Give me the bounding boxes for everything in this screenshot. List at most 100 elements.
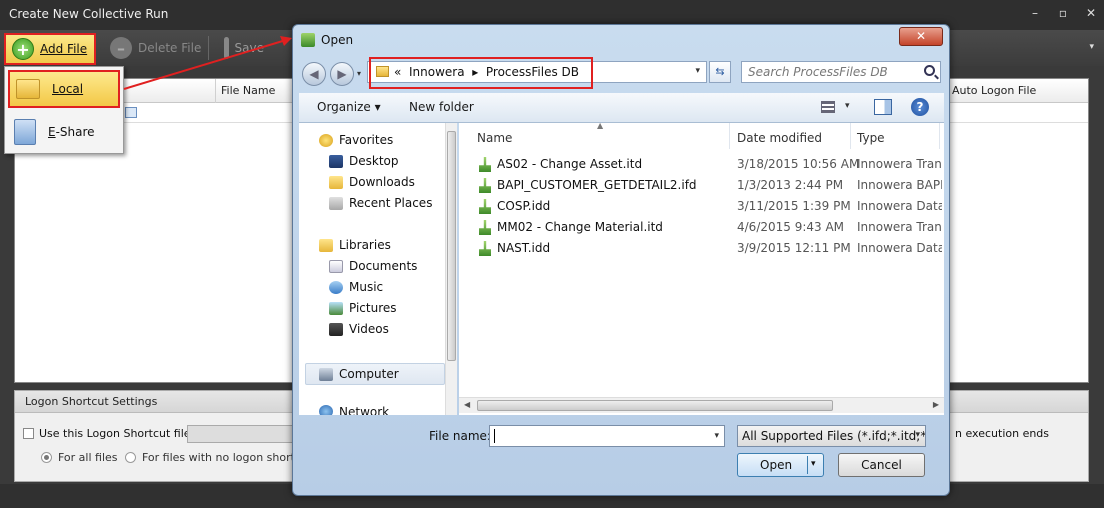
open-dropdown-icon[interactable]: ▾ bbox=[811, 459, 816, 469]
file-row[interactable]: NAST.idd 3/9/2015 12:11 PM Innowera Data… bbox=[479, 239, 944, 259]
toolbar-separator bbox=[208, 36, 209, 60]
file-type: Innowera Transa bbox=[857, 157, 942, 171]
column-divider[interactable] bbox=[850, 123, 851, 149]
nav-favorites[interactable]: Favorites bbox=[319, 133, 393, 147]
text-caret bbox=[494, 429, 495, 443]
radio-nologon-label: For files with no logon shortcut bbox=[142, 451, 313, 464]
folder-icon bbox=[16, 79, 40, 99]
help-icon[interactable]: ? bbox=[911, 98, 929, 116]
nav-network[interactable]: Network bbox=[319, 405, 389, 415]
music-icon bbox=[329, 280, 343, 294]
close-button[interactable]: ✕ bbox=[1084, 6, 1098, 20]
organize-button[interactable]: Organize ▾ bbox=[317, 100, 381, 114]
column-header-name[interactable]: Name bbox=[477, 127, 512, 149]
column-header-type[interactable]: Type bbox=[857, 127, 885, 149]
file-row[interactable]: BAPI_CUSTOMER_GETDETAIL2.ifd 1/3/2013 2:… bbox=[479, 176, 944, 196]
file-type-dropdown-icon[interactable]: ▾ bbox=[915, 430, 920, 440]
view-options-icon[interactable] bbox=[821, 101, 835, 113]
new-folder-button[interactable]: New folder bbox=[409, 100, 474, 114]
dialog-close-button[interactable]: ✕ bbox=[899, 27, 943, 46]
file-type-select[interactable]: All Supported Files (*.ifd;*.itd;*. ▾ bbox=[737, 425, 926, 447]
search-box[interactable]: Search ProcessFiles DB bbox=[741, 61, 941, 83]
history-dropdown-icon[interactable]: ▾ bbox=[357, 69, 361, 78]
column-divider[interactable] bbox=[729, 123, 730, 149]
scroll-left-icon[interactable]: ◀ bbox=[464, 400, 470, 409]
minimize-button[interactable]: – bbox=[1028, 6, 1042, 20]
toolbar-overflow-icon[interactable]: ▾ bbox=[1089, 42, 1094, 52]
view-dropdown-icon[interactable]: ▾ bbox=[845, 101, 850, 111]
column-header-file-name[interactable]: File Name bbox=[221, 84, 275, 97]
computer-icon bbox=[319, 367, 333, 381]
nav-network-label: Network bbox=[339, 405, 390, 415]
file-name: COSP.idd bbox=[497, 199, 551, 213]
cancel-button[interactable]: Cancel bbox=[838, 453, 925, 477]
column-header-date[interactable]: Date modified bbox=[737, 127, 822, 149]
logon-file-input[interactable] bbox=[187, 425, 297, 443]
nav-downloads[interactable]: Downloads bbox=[329, 175, 415, 189]
save-label: Save bbox=[234, 41, 264, 55]
add-file-button[interactable]: + Add File bbox=[4, 33, 96, 65]
horizontal-scrollbar[interactable]: ◀ ▶ bbox=[459, 397, 944, 413]
radio-button[interactable] bbox=[125, 452, 136, 463]
radio-all-label: For all files bbox=[58, 451, 118, 464]
radio-no-logon[interactable]: For files with no logon shortcut bbox=[125, 451, 312, 464]
add-icon: + bbox=[12, 38, 34, 60]
use-logon-checkbox[interactable]: Use this Logon Shortcut file : bbox=[23, 427, 198, 440]
file-type: Innowera BAPI/F bbox=[857, 178, 942, 192]
refresh-button[interactable]: ⇆ bbox=[709, 61, 731, 83]
preview-pane-icon[interactable] bbox=[874, 99, 892, 115]
innowera-file-icon bbox=[479, 199, 491, 214]
search-icon[interactable] bbox=[924, 65, 935, 76]
delete-file-button[interactable]: – Delete File bbox=[110, 34, 210, 62]
open-label: Open bbox=[760, 458, 793, 472]
open-button[interactable]: Open ▾ bbox=[737, 453, 824, 477]
file-date: 4/6/2015 9:43 AM bbox=[737, 220, 845, 234]
nav-desktop-label: Desktop bbox=[349, 154, 399, 168]
nav-pictures[interactable]: Pictures bbox=[329, 301, 397, 315]
file-row[interactable]: MM02 - Change Material.itd 4/6/2015 9:43… bbox=[479, 218, 944, 238]
nav-libraries-label: Libraries bbox=[339, 238, 391, 252]
save-button[interactable]: Save bbox=[224, 34, 264, 62]
radio-button[interactable] bbox=[41, 452, 52, 463]
file-name: AS02 - Change Asset.itd bbox=[497, 157, 643, 171]
address-dropdown-icon[interactable]: ▾ bbox=[695, 66, 700, 76]
innowera-file-icon bbox=[479, 220, 491, 235]
execution-ends-label: n execution ends bbox=[955, 427, 1050, 440]
nav-pictures-label: Pictures bbox=[349, 301, 397, 315]
radio-all-files[interactable]: For all files bbox=[41, 451, 118, 464]
checkbox-box[interactable] bbox=[23, 428, 34, 439]
menu-item-local[interactable]: Local bbox=[8, 70, 120, 108]
open-split-divider bbox=[807, 456, 808, 474]
nav-scroll-thumb[interactable] bbox=[447, 131, 456, 361]
file-type-value: All Supported Files (*.ifd;*.itd;*. bbox=[742, 429, 926, 443]
scroll-right-icon[interactable]: ▶ bbox=[933, 400, 939, 409]
nav-documents[interactable]: Documents bbox=[329, 259, 417, 273]
nav-videos[interactable]: Videos bbox=[329, 322, 389, 336]
file-name-input[interactable]: ▾ bbox=[489, 425, 725, 447]
dialog-title: Open bbox=[321, 33, 354, 47]
nav-scrollbar[interactable] bbox=[445, 123, 457, 415]
nav-desktop[interactable]: Desktop bbox=[329, 154, 399, 168]
file-row[interactable]: COSP.idd 3/11/2015 1:39 PM Innowera Data… bbox=[479, 197, 944, 217]
scroll-thumb[interactable] bbox=[477, 400, 833, 411]
downloads-folder-icon bbox=[329, 175, 343, 189]
forward-button[interactable]: ▶ bbox=[330, 62, 354, 86]
nav-music[interactable]: Music bbox=[329, 280, 383, 294]
file-type: Innowera Data E bbox=[857, 199, 942, 213]
maximize-button[interactable]: ▫ bbox=[1056, 6, 1070, 20]
file-list: ▲ Name Date modified Type AS02 - Change … bbox=[459, 121, 944, 415]
file-name-dropdown-icon[interactable]: ▾ bbox=[714, 431, 719, 441]
back-button[interactable]: ◀ bbox=[302, 62, 326, 86]
nav-computer[interactable]: Computer bbox=[319, 367, 399, 381]
menu-item-eshare[interactable]: E-Share bbox=[8, 113, 120, 151]
address-highlight-box bbox=[369, 57, 593, 89]
file-name: MM02 - Change Material.itd bbox=[497, 220, 663, 234]
nav-recent-label: Recent Places bbox=[349, 196, 433, 210]
column-header-auto-logon[interactable]: Auto Logon File bbox=[952, 84, 1036, 97]
nav-recent-places[interactable]: Recent Places bbox=[329, 196, 432, 210]
nav-libraries[interactable]: Libraries bbox=[319, 238, 391, 252]
column-divider[interactable] bbox=[939, 123, 940, 149]
nav-favorites-label: Favorites bbox=[339, 133, 394, 147]
nav-music-label: Music bbox=[349, 280, 384, 294]
file-row[interactable]: AS02 - Change Asset.itd 3/18/2015 10:56 … bbox=[479, 155, 944, 175]
